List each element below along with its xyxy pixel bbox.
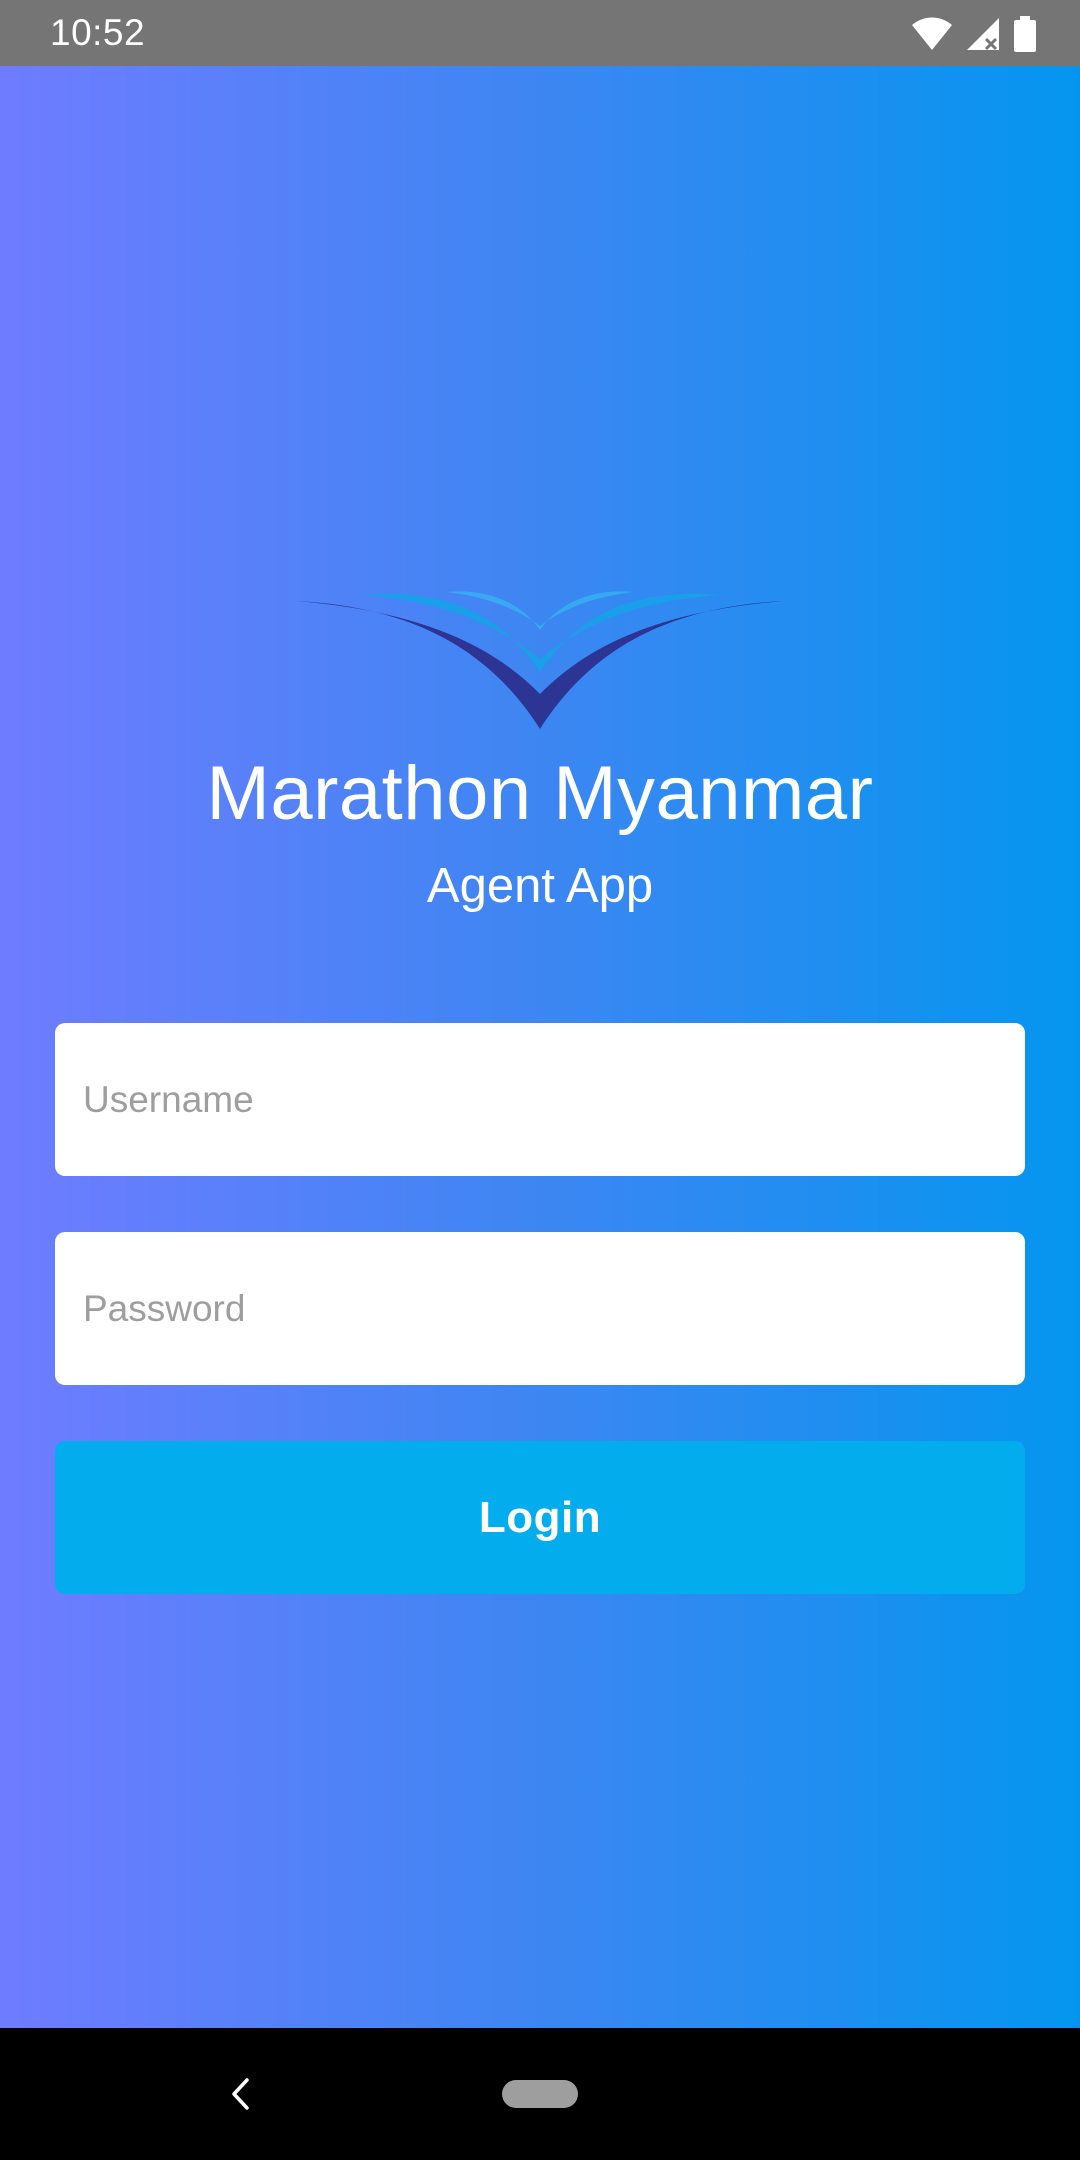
username-input[interactable] [55,1023,1025,1176]
home-pill-icon[interactable] [502,2080,578,2108]
login-screen: Marathon Myanmar Agent App Login [0,66,1080,2028]
status-bar: 10:52 [0,0,1080,66]
password-field [55,1232,1025,1385]
wing-logo-icon [296,522,784,748]
username-field [55,1023,1025,1176]
back-icon[interactable] [222,2074,258,2114]
status-icons [912,14,1036,54]
password-input[interactable] [55,1232,1025,1385]
status-time: 10:52 [50,12,146,53]
wifi-icon [912,17,952,51]
login-button[interactable]: Login [55,1441,1025,1594]
battery-icon [1014,16,1036,52]
navigation-bar [0,2028,1080,2160]
app-title: Marathon Myanmar [206,751,874,836]
cell-signal-icon [966,17,1000,51]
app-subtitle: Agent App [426,859,654,913]
